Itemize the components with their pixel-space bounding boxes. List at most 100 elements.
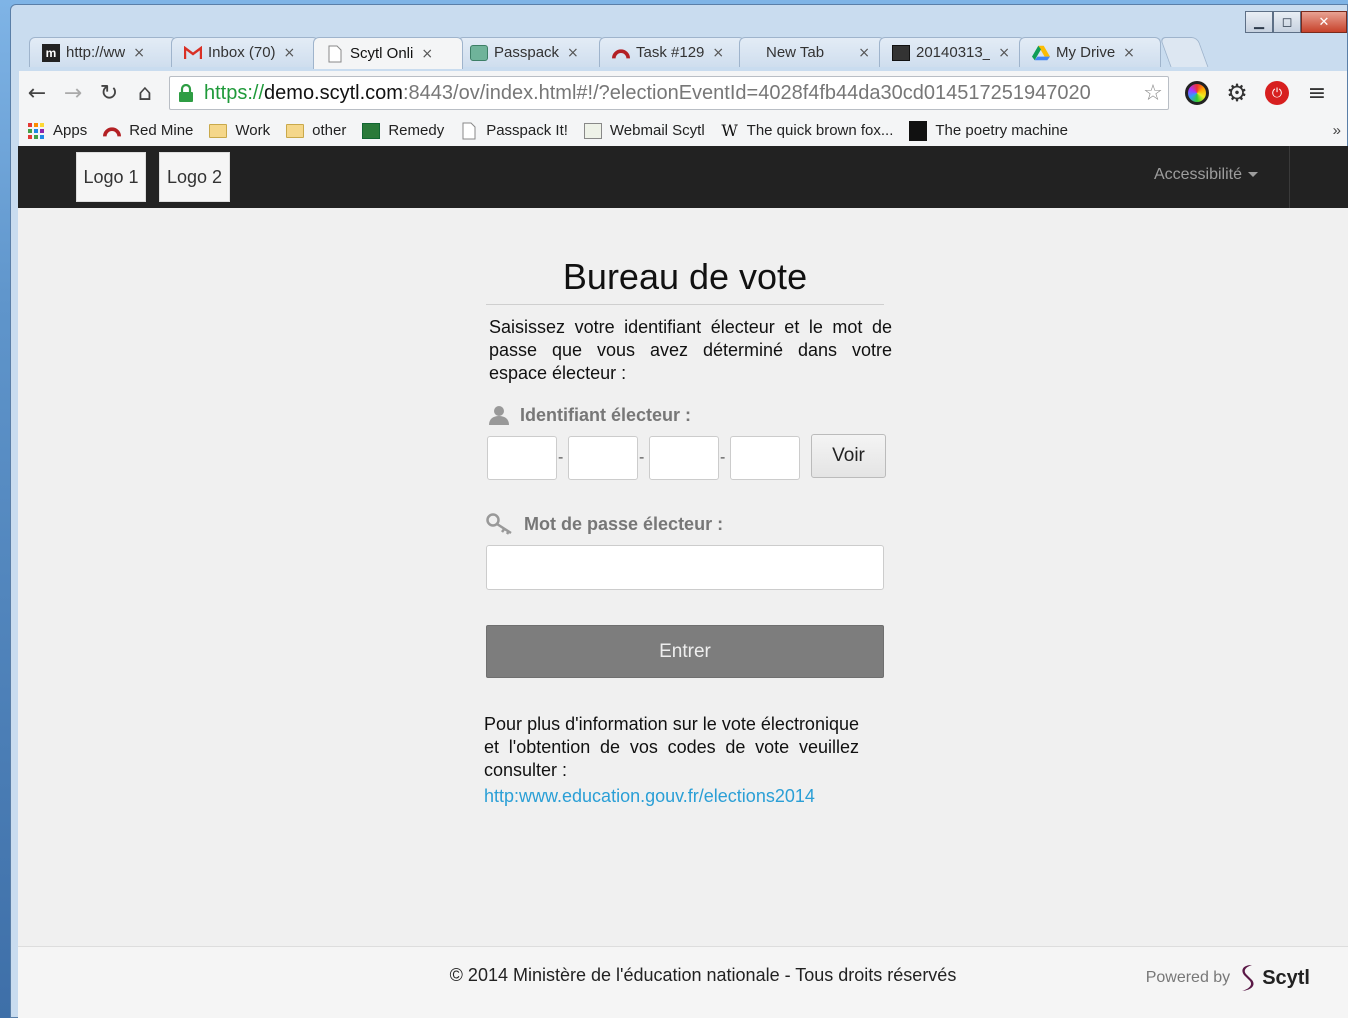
bookmarks-overflow-chevron-icon[interactable]: » [1333,122,1341,139]
powered-by: Powered by Scytl [1146,963,1310,993]
bookmark-webmail-scytl[interactable]: Webmail Scytl [583,122,705,140]
tab-close-icon[interactable]: × [998,45,1010,61]
voter-id-field-3[interactable] [649,436,719,480]
tab-strip: m http://ww × Inbox (70) × Scytl Onli × … [29,37,1209,69]
title-divider [486,304,884,305]
tab-item-active[interactable]: Scytl Onli × [313,37,463,69]
new-tab-button[interactable] [1159,37,1209,67]
gmail-icon [184,44,202,62]
logo-2[interactable]: Logo 2 [159,152,230,202]
elections-info-link[interactable]: http:www.education.gouv.fr/elections2014 [484,786,815,807]
redmine-icon [103,122,122,140]
tab-item[interactable]: My Drive × [1019,37,1161,67]
url-text: https://demo.scytl.com:8443/ov/index.htm… [204,82,1138,105]
bookmark-label: Remedy [388,122,445,139]
tab-item[interactable]: Task #129 × [599,37,745,67]
scytl-brand: Scytl [1262,966,1310,989]
folder-icon [286,122,305,140]
bookmark-red-mine[interactable]: Red Mine [103,122,193,140]
voir-button[interactable]: Voir [811,434,886,478]
tab-close-icon[interactable]: × [712,45,724,61]
url-scheme: https:// [204,81,265,104]
wikipedia-icon: W [721,121,738,140]
tab-item[interactable]: m http://ww × [29,37,177,67]
page-content: Logo 1 Logo 2 Accessibilité Bureau de vo… [18,146,1348,1018]
bookmark-passpack-it[interactable]: Passpack It! [460,122,568,140]
tab-item[interactable]: Passpack × [457,37,605,67]
bookmark-apps[interactable]: Apps [27,122,87,140]
lock-icon [178,83,196,102]
tab-close-icon[interactable]: × [133,45,145,61]
info-text: Pour plus d'information sur le vote élec… [484,714,859,780]
password-field[interactable] [486,545,884,590]
id-separator: - [639,449,645,466]
window-controls: ▁ ◻ ✕ [1245,11,1347,33]
folder-icon [209,122,228,140]
tab-item[interactable]: Inbox (70) × [171,37,319,67]
voter-id-field-1[interactable] [487,436,557,480]
page-title: Bureau de vote [562,256,808,297]
menu-icon[interactable]: ≡ [1297,75,1337,111]
back-arrow-icon[interactable]: ← [19,75,55,111]
tab-item[interactable]: 20140313_ × [879,37,1025,67]
voter-id-field-4[interactable] [730,436,800,480]
voter-id-field-2[interactable] [568,436,638,480]
scytl-logo-icon [1242,965,1254,991]
color-picker-extension-icon[interactable] [1177,75,1217,111]
drive-icon [1032,44,1050,62]
bookmark-other[interactable]: other [286,122,346,140]
bookmark-poetry-machine[interactable]: The poetry machine [909,120,1068,141]
url-host: demo.scytl.com [264,81,403,104]
tab-close-icon[interactable]: × [858,45,870,61]
tab-label: New Tab [766,44,825,61]
tab-favicon-m-icon: m [42,43,60,62]
redmine-icon [612,44,630,62]
accessibility-dropdown[interactable]: Accessibilité [1154,166,1258,184]
bookmark-label: Work [235,122,271,139]
intro-text: Saisissez votre identifiant électeur et … [489,317,892,383]
voter-id-label: Identifiant électeur : [488,404,691,426]
tab-close-icon[interactable]: × [567,45,579,61]
page-icon [326,45,344,63]
maximize-button[interactable]: ◻ [1273,11,1301,33]
close-window-button[interactable]: ✕ [1301,11,1347,33]
apps-grid-icon [27,122,45,140]
tab-close-icon[interactable]: × [1123,45,1135,61]
enter-button[interactable]: Entrer [486,625,884,678]
tab-label: 20140313_ [916,44,991,61]
site-navbar: Logo 1 Logo 2 Accessibilité [18,146,1348,208]
voter-id-label-text: Identifiant électeur : [520,404,692,425]
url-path: :8443/ov/index.html#!/?electionEventId=4… [402,81,1091,104]
bookmark-work[interactable]: Work [209,122,270,140]
tab-label: http://ww [66,44,126,61]
tab-close-icon[interactable]: × [421,46,433,62]
home-icon[interactable]: ⌂ [127,75,163,111]
footer: © 2014 Ministère de l'éducation national… [18,947,1348,1018]
minimize-button[interactable]: ▁ [1245,11,1273,33]
poetry-icon [909,120,928,141]
forward-arrow-icon[interactable]: → [55,75,91,111]
page-icon [460,122,478,140]
password-label: Mot de passe électeur : [486,513,723,535]
user-icon [488,404,510,426]
bookmark-label: other [312,122,347,139]
image-icon [892,44,910,62]
tab-item[interactable]: New Tab × [739,37,885,67]
bookmark-remedy[interactable]: Remedy [362,122,444,140]
bookmarks-bar: Apps Red Mine Work other Remedy Passpack… [19,115,1347,147]
bookmark-quick-brown-fox[interactable]: W The quick brown fox... [721,121,894,140]
remedy-icon [362,122,381,140]
reload-icon[interactable]: ↻ [91,75,127,111]
navbar-divider [1289,146,1290,208]
bookmark-label: The quick brown fox... [746,122,894,139]
key-icon [486,513,514,535]
caret-down-icon [1248,172,1258,178]
stop-extension-icon[interactable]: ⏻ [1257,75,1297,111]
bookmark-star-icon[interactable]: ☆ [1138,81,1168,106]
id-separator: - [720,449,726,466]
address-bar[interactable]: https://demo.scytl.com:8443/ov/index.htm… [169,76,1169,110]
gear-icon[interactable]: ⚙ [1217,75,1257,111]
logo-1[interactable]: Logo 1 [76,152,146,202]
passpack-icon [470,44,488,62]
tab-close-icon[interactable]: × [284,45,296,61]
